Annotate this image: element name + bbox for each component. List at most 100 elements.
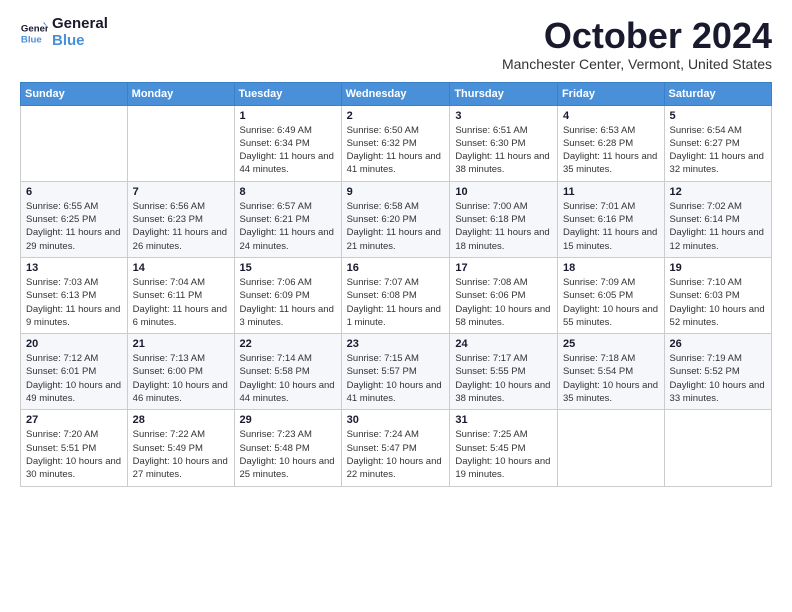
day-number: 22 xyxy=(240,338,336,350)
cell-info: Sunrise: 7:23 AMSunset: 5:48 PMDaylight:… xyxy=(240,428,336,481)
calendar-cell: 25 Sunrise: 7:18 AMSunset: 5:54 PMDayligh… xyxy=(557,334,664,410)
cell-info: Sunrise: 7:22 AMSunset: 5:49 PMDaylight:… xyxy=(133,428,229,481)
logo-line2: Blue xyxy=(52,33,108,50)
cell-info: Sunrise: 6:50 AMSunset: 6:32 PMDaylight:… xyxy=(347,124,445,177)
day-number: 16 xyxy=(347,262,445,274)
calendar-week-row: 13Sunrise: 7:03 AMSunset: 6:13 PMDayligh… xyxy=(21,257,772,333)
day-number: 15 xyxy=(240,262,336,274)
calendar-cell: 11 Sunrise: 7:01 AMSunset: 6:16 PMDayligh… xyxy=(557,181,664,257)
day-number: 1 xyxy=(240,110,336,122)
day-number: 21 xyxy=(133,338,229,350)
calendar-cell: 10Sunrise: 7:00 AMSunset: 6:18 PMDayligh… xyxy=(450,181,558,257)
header: General Blue General Blue October 2024 M… xyxy=(20,16,772,72)
calendar-cell: 20Sunrise: 7:12 AMSunset: 6:01 PMDayligh… xyxy=(21,334,128,410)
day-number: 2 xyxy=(347,110,445,122)
cell-info: Sunrise: 7:14 AMSunset: 5:58 PMDaylight:… xyxy=(240,352,336,405)
calendar-cell: 2 Sunrise: 6:50 AMSunset: 6:32 PMDaylight… xyxy=(341,105,450,181)
calendar-cell: 14Sunrise: 7:04 AMSunset: 6:11 PMDayligh… xyxy=(127,257,234,333)
day-number: 29 xyxy=(240,414,336,426)
calendar-day-header: Tuesday xyxy=(234,82,341,105)
cell-info: Sunrise: 7:15 AMSunset: 5:57 PMDaylight:… xyxy=(347,352,445,405)
cell-info: Sunrise: 6:54 AMSunset: 6:27 PMDaylight:… xyxy=(670,124,766,177)
cell-info: Sunrise: 7:24 AMSunset: 5:47 PMDaylight:… xyxy=(347,428,445,481)
day-number: 9 xyxy=(347,186,445,198)
calendar-cell: 9 Sunrise: 6:58 AMSunset: 6:20 PMDaylight… xyxy=(341,181,450,257)
day-number: 8 xyxy=(240,186,336,198)
calendar-cell: 4Sunrise: 6:53 AMSunset: 6:28 PMDaylight… xyxy=(557,105,664,181)
calendar-day-header: Friday xyxy=(557,82,664,105)
page-container: General Blue General Blue October 2024 M… xyxy=(0,0,792,503)
calendar-cell: 15 Sunrise: 7:06 AMSunset: 6:09 PMDayligh… xyxy=(234,257,341,333)
logo: General Blue General Blue xyxy=(20,16,108,49)
day-number: 26 xyxy=(670,338,766,350)
calendar-day-header: Monday xyxy=(127,82,234,105)
calendar-cell: 26Sunrise: 7:19 AMSunset: 5:52 PMDayligh… xyxy=(664,334,771,410)
calendar-day-header: Sunday xyxy=(21,82,128,105)
calendar-day-header: Saturday xyxy=(664,82,771,105)
calendar-cell xyxy=(664,410,771,486)
svg-text:General: General xyxy=(21,23,48,34)
cell-info: Sunrise: 7:01 AMSunset: 6:16 PMDaylight:… xyxy=(563,200,659,253)
day-number: 7 xyxy=(133,186,229,198)
title-area: October 2024 Manchester Center, Vermont,… xyxy=(502,16,772,72)
day-number: 6 xyxy=(26,186,122,198)
cell-info: Sunrise: 6:51 AMSunset: 6:30 PMDaylight:… xyxy=(455,124,552,177)
day-number: 12 xyxy=(670,186,766,198)
day-number: 30 xyxy=(347,414,445,426)
cell-info: Sunrise: 7:20 AMSunset: 5:51 PMDaylight:… xyxy=(26,428,122,481)
day-number: 18 xyxy=(563,262,659,274)
cell-info: Sunrise: 7:12 AMSunset: 6:01 PMDaylight:… xyxy=(26,352,122,405)
calendar-cell xyxy=(557,410,664,486)
day-number: 3 xyxy=(455,110,552,122)
calendar-cell: 31Sunrise: 7:25 AMSunset: 5:45 PMDayligh… xyxy=(450,410,558,486)
cell-info: Sunrise: 7:25 AMSunset: 5:45 PMDaylight:… xyxy=(455,428,552,481)
cell-info: Sunrise: 7:09 AMSunset: 6:05 PMDaylight:… xyxy=(563,276,659,329)
calendar-cell: 8 Sunrise: 6:57 AMSunset: 6:21 PMDaylight… xyxy=(234,181,341,257)
cell-info: Sunrise: 6:56 AMSunset: 6:23 PMDaylight:… xyxy=(133,200,229,253)
calendar-cell: 17 Sunrise: 7:08 AMSunset: 6:06 PMDayligh… xyxy=(450,257,558,333)
calendar-week-row: 27 Sunrise: 7:20 AMSunset: 5:51 PMDayligh… xyxy=(21,410,772,486)
calendar-cell: 28 Sunrise: 7:22 AMSunset: 5:49 PMDayligh… xyxy=(127,410,234,486)
calendar-cell: 7 Sunrise: 6:56 AMSunset: 6:23 PMDaylight… xyxy=(127,181,234,257)
calendar-cell: 3 Sunrise: 6:51 AMSunset: 6:30 PMDaylight… xyxy=(450,105,558,181)
calendar-cell: 16 Sunrise: 7:07 AMSunset: 6:08 PMDayligh… xyxy=(341,257,450,333)
calendar-cell: 18 Sunrise: 7:09 AMSunset: 6:05 PMDayligh… xyxy=(557,257,664,333)
svg-text:Blue: Blue xyxy=(21,34,42,45)
cell-info: Sunrise: 7:08 AMSunset: 6:06 PMDaylight:… xyxy=(455,276,552,329)
calendar-body: 1 Sunrise: 6:49 AMSunset: 6:34 PMDaylight… xyxy=(21,105,772,486)
calendar-cell: 1 Sunrise: 6:49 AMSunset: 6:34 PMDaylight… xyxy=(234,105,341,181)
cell-info: Sunrise: 6:58 AMSunset: 6:20 PMDaylight:… xyxy=(347,200,445,253)
day-number: 11 xyxy=(563,186,659,198)
day-number: 28 xyxy=(133,414,229,426)
calendar-cell xyxy=(21,105,128,181)
day-number: 25 xyxy=(563,338,659,350)
logo-line1: General xyxy=(52,16,108,33)
day-number: 17 xyxy=(455,262,552,274)
calendar-cell: 23 Sunrise: 7:15 AMSunset: 5:57 PMDayligh… xyxy=(341,334,450,410)
day-number: 14 xyxy=(133,262,229,274)
cell-info: Sunrise: 7:07 AMSunset: 6:08 PMDaylight:… xyxy=(347,276,445,329)
calendar-day-header: Wednesday xyxy=(341,82,450,105)
day-number: 5 xyxy=(670,110,766,122)
calendar-cell xyxy=(127,105,234,181)
cell-info: Sunrise: 6:55 AMSunset: 6:25 PMDaylight:… xyxy=(26,200,122,253)
calendar-cell: 19Sunrise: 7:10 AMSunset: 6:03 PMDayligh… xyxy=(664,257,771,333)
cell-info: Sunrise: 6:49 AMSunset: 6:34 PMDaylight:… xyxy=(240,124,336,177)
cell-info: Sunrise: 7:02 AMSunset: 6:14 PMDaylight:… xyxy=(670,200,766,253)
cell-info: Sunrise: 7:13 AMSunset: 6:00 PMDaylight:… xyxy=(133,352,229,405)
calendar-cell: 5 Sunrise: 6:54 AMSunset: 6:27 PMDaylight… xyxy=(664,105,771,181)
day-number: 13 xyxy=(26,262,122,274)
cell-info: Sunrise: 7:06 AMSunset: 6:09 PMDaylight:… xyxy=(240,276,336,329)
cell-info: Sunrise: 6:53 AMSunset: 6:28 PMDaylight:… xyxy=(563,124,659,177)
cell-info: Sunrise: 6:57 AMSunset: 6:21 PMDaylight:… xyxy=(240,200,336,253)
day-number: 27 xyxy=(26,414,122,426)
calendar-cell: 30 Sunrise: 7:24 AMSunset: 5:47 PMDayligh… xyxy=(341,410,450,486)
calendar-week-row: 20Sunrise: 7:12 AMSunset: 6:01 PMDayligh… xyxy=(21,334,772,410)
logo-icon: General Blue xyxy=(20,19,48,47)
cell-info: Sunrise: 7:00 AMSunset: 6:18 PMDaylight:… xyxy=(455,200,552,253)
calendar-header-row: SundayMondayTuesdayWednesdayThursdayFrid… xyxy=(21,82,772,105)
cell-info: Sunrise: 7:18 AMSunset: 5:54 PMDaylight:… xyxy=(563,352,659,405)
location-subtitle: Manchester Center, Vermont, United State… xyxy=(502,56,772,72)
day-number: 19 xyxy=(670,262,766,274)
day-number: 23 xyxy=(347,338,445,350)
